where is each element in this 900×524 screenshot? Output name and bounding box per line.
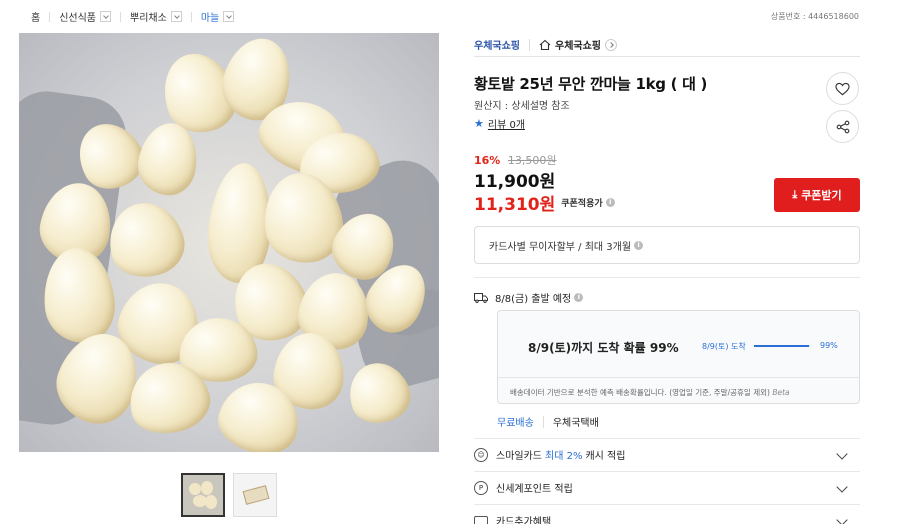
discount-rate: 16% xyxy=(474,154,501,167)
chevron-down-icon[interactable] xyxy=(836,481,848,493)
breadcrumb: 홈 신선식품 뿌리채소 마늘 xyxy=(31,9,235,24)
chevron-down-icon[interactable] xyxy=(223,11,235,22)
coupon-button-label: 쿠폰받기 xyxy=(801,190,842,202)
card-icon xyxy=(474,515,488,524)
chevron-down-icon[interactable] xyxy=(836,514,848,524)
breadcrumb-divider xyxy=(120,11,122,22)
product-origin: 원산지 : 상세설명 참조 xyxy=(474,101,570,112)
truck-icon xyxy=(474,292,488,303)
garlic-clove xyxy=(205,495,217,509)
breadcrumb-home[interactable]: 홈 xyxy=(31,9,40,24)
review-count[interactable]: 리뷰 0개 xyxy=(488,116,525,131)
coupon-price: 11,310원 xyxy=(474,195,556,215)
benefit-card-extra[interactable]: 카드추가혜택 xyxy=(474,504,860,524)
prediction-bar xyxy=(754,345,810,347)
shipping-options: 무료배송 우체국택배 xyxy=(497,414,599,429)
coupon-applied-text: 쿠폰적용가 xyxy=(561,199,603,209)
point-icon: P xyxy=(474,480,488,495)
benefit-pre: 신세계포인트 적립 xyxy=(496,484,573,495)
chevron-down-icon[interactable] xyxy=(170,11,182,22)
share-button[interactable] xyxy=(826,110,859,143)
divider xyxy=(542,415,544,428)
dispatch-text: 8/8(금) 출발 예정 xyxy=(495,294,572,305)
store-icon xyxy=(539,39,551,50)
breadcrumb-category-3[interactable]: 마늘 xyxy=(201,9,235,24)
prediction-bar-fill xyxy=(754,345,810,347)
chevron-down-icon[interactable] xyxy=(100,11,112,22)
coupon-price-row: 11,310원 쿠폰적용가 i xyxy=(474,190,615,215)
coupon-download-button[interactable]: ⤓ 쿠폰받기 xyxy=(774,178,860,212)
info-icon[interactable]: i xyxy=(574,293,584,302)
chevron-right-icon[interactable] xyxy=(605,38,617,51)
installment-text: 카드사별 무이자할부 / 최대 3개월 xyxy=(489,241,632,253)
beta-label: Beta xyxy=(772,388,790,397)
review-link[interactable]: ★ 리뷰 0개 xyxy=(474,116,525,131)
thumbnail-1[interactable] xyxy=(181,473,225,517)
discount-row: 16% 13,500원 xyxy=(474,152,556,168)
divider xyxy=(474,277,860,278)
breadcrumb-divider xyxy=(49,11,51,22)
smile-card-icon: ☺ xyxy=(474,447,488,462)
product-main-image[interactable] xyxy=(19,33,439,452)
coupon-applied-label: 쿠폰적용가 i xyxy=(561,196,615,209)
free-shipping-label: 무료배송 xyxy=(497,418,534,429)
prediction-percent: 99% xyxy=(820,341,838,350)
info-icon[interactable]: i xyxy=(634,240,644,250)
seller-divider xyxy=(529,38,530,51)
product-number: 상품번호 : 4446518600 xyxy=(770,12,859,21)
info-icon[interactable]: i xyxy=(605,198,615,207)
download-icon: ⤓ xyxy=(792,188,798,201)
prediction-note: 배송데이터 기반으로 분석한 예측 배송확률입니다. (영업일 기준, 주말/공… xyxy=(510,387,790,398)
benefit-smile-card[interactable]: ☺ 스마일카드 최대 2% 캐시 적립 xyxy=(474,438,860,470)
product-page: 홈 신선식품 뿌리채소 마늘 상품번호 : 4446518600 우체국쇼핑 우… xyxy=(0,0,900,524)
benefit-pre: 카드추가혜택 xyxy=(496,517,552,524)
prediction-main: 8/9(토)까지 도착 확률 99% xyxy=(528,341,679,355)
installment-box[interactable]: 카드사별 무이자할부 / 최대 3개월 i xyxy=(474,226,860,264)
star-icon: ★ xyxy=(474,117,484,130)
delivery-prediction-box: 8/9(토)까지 도착 확률 99% 8/9(토) 도착 99% 배송데이터 기… xyxy=(497,310,860,404)
thumbnail-list xyxy=(181,473,277,517)
breadcrumb-category-2[interactable]: 뿌리채소 xyxy=(130,9,182,24)
seller-row: 우체국쇼핑 우체국쇼핑 xyxy=(474,33,860,57)
prediction-date: 8/9(토) 도착 xyxy=(702,342,746,351)
heart-icon xyxy=(835,82,850,95)
seller-link[interactable]: 우체국쇼핑 xyxy=(474,37,520,52)
benefit-shinsegae-point[interactable]: P 신세계포인트 적립 xyxy=(474,471,860,503)
carrier-label: 우체국택배 xyxy=(552,418,599,429)
product-title: 황토밭 25년 무안 깐마늘 1kg ( 대 ) xyxy=(474,75,708,93)
divider xyxy=(498,377,859,378)
prediction-note-text: 배송데이터 기반으로 분석한 예측 배송확률입니다. (영업일 기준, 주말/공… xyxy=(510,388,770,397)
dispatch-row: 8/8(금) 출발 예정 i xyxy=(474,290,584,305)
chevron-down-icon[interactable] xyxy=(836,448,848,460)
benefit-highlight: 최대 2% xyxy=(545,451,583,462)
sale-price: 11,900원 xyxy=(474,172,556,192)
original-price: 13,500원 xyxy=(507,154,557,167)
garlic-clove xyxy=(201,481,213,495)
benefit-post: 캐시 적립 xyxy=(585,451,626,462)
benefit-pre: 스마일카드 xyxy=(496,451,542,462)
wishlist-button[interactable] xyxy=(826,72,859,105)
thumbnail-2[interactable] xyxy=(233,473,277,517)
package-shape xyxy=(242,485,270,505)
share-icon xyxy=(836,120,849,133)
store-name[interactable]: 우체국쇼핑 xyxy=(555,37,601,52)
breadcrumb-divider xyxy=(190,11,192,22)
garlic-clove xyxy=(189,483,201,495)
breadcrumb-category-1[interactable]: 신선식품 xyxy=(59,9,112,24)
